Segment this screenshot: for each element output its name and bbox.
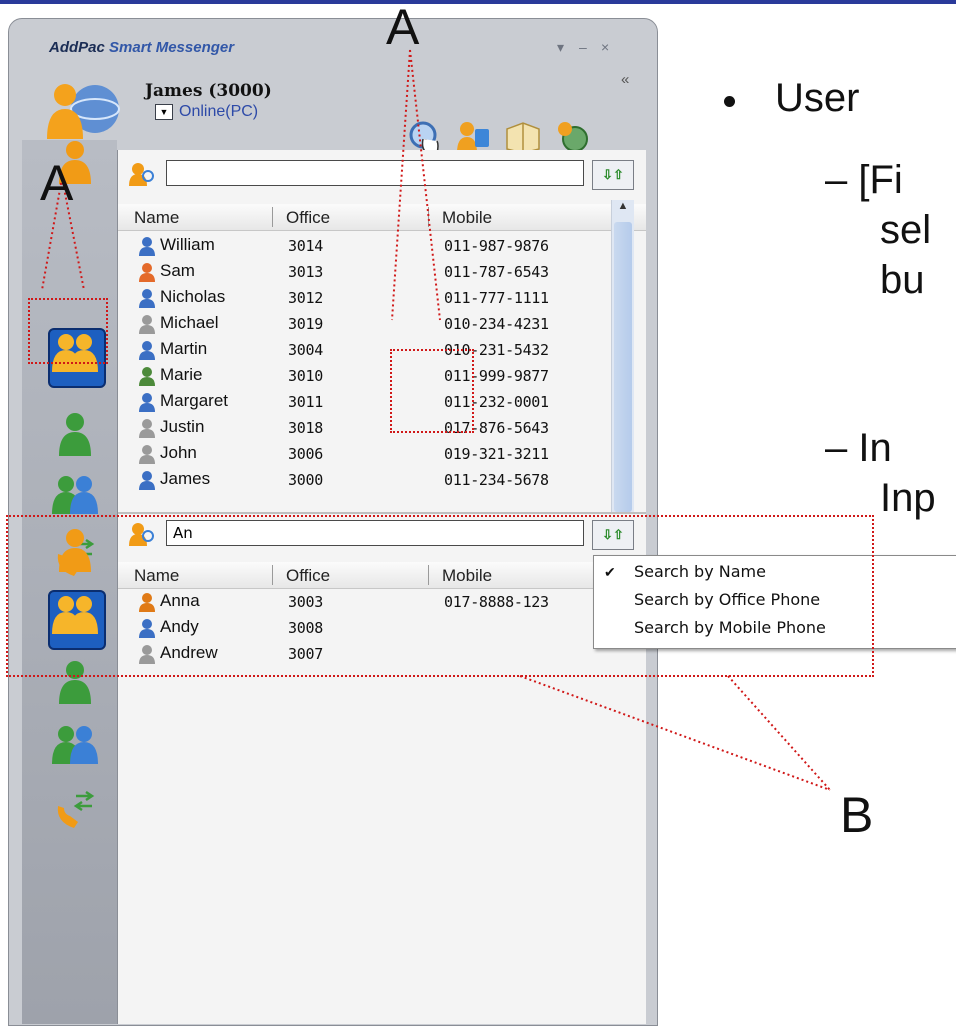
contact-office: 3011	[288, 393, 323, 411]
contact-status-icon	[139, 315, 155, 334]
window-title: AddPac Smart Messenger	[49, 39, 234, 56]
group-multicolor-icon[interactable]	[52, 474, 98, 518]
contact-status-icon	[139, 471, 155, 490]
contact-status-icon	[139, 289, 155, 308]
column-header: Name Office Mobile	[118, 204, 646, 231]
user-name: James (3000)	[145, 81, 272, 101]
slide-sub-text: sel	[880, 208, 932, 252]
contact-row[interactable]: Marie 3010 011-999-9877	[118, 362, 618, 388]
annotation-label-a: A	[40, 155, 74, 211]
contact-row[interactable]: Martin 3004 010-231-5432	[118, 336, 618, 362]
contact-office: 3000	[288, 471, 323, 489]
contact-row[interactable]: William 3014 011-987-9876	[118, 232, 618, 258]
contact-office: 3019	[288, 315, 323, 333]
contact-status-icon	[139, 237, 155, 256]
contact-name: Margaret	[160, 391, 229, 410]
column-separator	[272, 207, 273, 227]
contact-office: 3014	[288, 237, 323, 255]
column-separator	[428, 207, 429, 227]
chevron-down-icon[interactable]: ▼	[155, 104, 173, 120]
user-avatar-icon[interactable]	[39, 79, 129, 141]
group-multicolor-icon[interactable]	[52, 724, 98, 768]
annotation-label-b: B	[840, 787, 874, 843]
contact-mobile: 011-987-9876	[444, 237, 549, 255]
contact-office: 3013	[288, 263, 323, 281]
search-bar: ⇩⇧	[118, 150, 646, 190]
status-label[interactable]: Online(PC)	[179, 103, 258, 121]
search-person-icon	[129, 163, 154, 186]
contact-mobile: 011-787-6543	[444, 263, 549, 281]
contact-status-icon	[139, 445, 155, 464]
slide-sub-text: Inp	[880, 476, 936, 520]
column-mobile[interactable]: Mobile	[442, 208, 492, 228]
contact-name: Michael	[160, 313, 219, 332]
contact-office: 3010	[288, 367, 323, 385]
scroll-up-icon[interactable]: ▲	[612, 200, 634, 220]
contact-office: 3004	[288, 341, 323, 359]
contact-mobile: 011-234-5678	[444, 471, 549, 489]
contact-status-icon	[139, 263, 155, 282]
contact-status-icon	[139, 393, 155, 412]
contact-name: William	[160, 235, 215, 254]
slide-sub-text: – In	[825, 426, 892, 470]
slide-sub-text: bu	[880, 258, 925, 302]
search-options-button[interactable]: ⇩⇧	[592, 160, 634, 190]
contact-name: Martin	[160, 339, 208, 358]
column-office[interactable]: Office	[286, 208, 330, 228]
brand-name: AddPac	[49, 39, 105, 56]
contact-row[interactable]: Sam 3013 011-787-6543	[118, 258, 618, 284]
slide-bullet-text: User	[775, 76, 860, 120]
annotation-box-result	[6, 515, 874, 677]
contact-row[interactable]: Margaret 3011 011-232-0001	[118, 388, 618, 414]
contact-status-icon	[139, 367, 155, 386]
contact-status-icon	[139, 341, 155, 360]
contact-row[interactable]: Justin 3018 017-876-5643	[118, 414, 618, 440]
person-green-icon[interactable]	[52, 412, 98, 456]
contact-mobile: 010-234-4231	[444, 315, 549, 333]
search-input[interactable]	[166, 160, 584, 186]
minimize-button[interactable]: –	[579, 39, 587, 55]
slide-sub-text: – [Fi	[825, 158, 903, 202]
contact-mobile: 011-777-1111	[444, 289, 549, 307]
product-name: Smart Messenger	[109, 39, 235, 56]
contact-status-icon	[139, 419, 155, 438]
contact-mobile: 019-321-3211	[444, 445, 549, 463]
contact-office: 3012	[288, 289, 323, 307]
close-button[interactable]: ×	[601, 39, 609, 55]
collapse-button[interactable]: «	[621, 71, 629, 88]
contact-office: 3018	[288, 419, 323, 437]
contact-name: Justin	[160, 417, 205, 436]
call-transfer-icon[interactable]	[52, 788, 98, 832]
contact-name: Nicholas	[160, 287, 226, 306]
slide-top-bar	[0, 0, 956, 4]
menu-dropdown-icon[interactable]: ▾	[557, 39, 564, 56]
annotation-box-search	[390, 349, 474, 433]
column-name[interactable]: Name	[134, 208, 179, 228]
status-selector[interactable]: ▼ Online(PC)	[155, 103, 258, 121]
contact-row[interactable]: Michael 3019 010-234-4231	[118, 310, 618, 336]
contact-name: Marie	[160, 365, 203, 384]
bullet-icon	[724, 96, 735, 107]
contact-row[interactable]: John 3006 019-321-3211	[118, 440, 618, 466]
contact-office: 3006	[288, 445, 323, 463]
contact-name: John	[160, 443, 197, 462]
annotation-label-a: A	[386, 0, 420, 55]
contact-row[interactable]: Nicholas 3012 011-777-1111	[118, 284, 618, 310]
annotation-box-tab	[28, 298, 108, 364]
contact-name: James	[160, 469, 211, 488]
contact-name: Sam	[160, 261, 195, 280]
contact-row[interactable]: James 3000 011-234-5678	[118, 466, 618, 492]
